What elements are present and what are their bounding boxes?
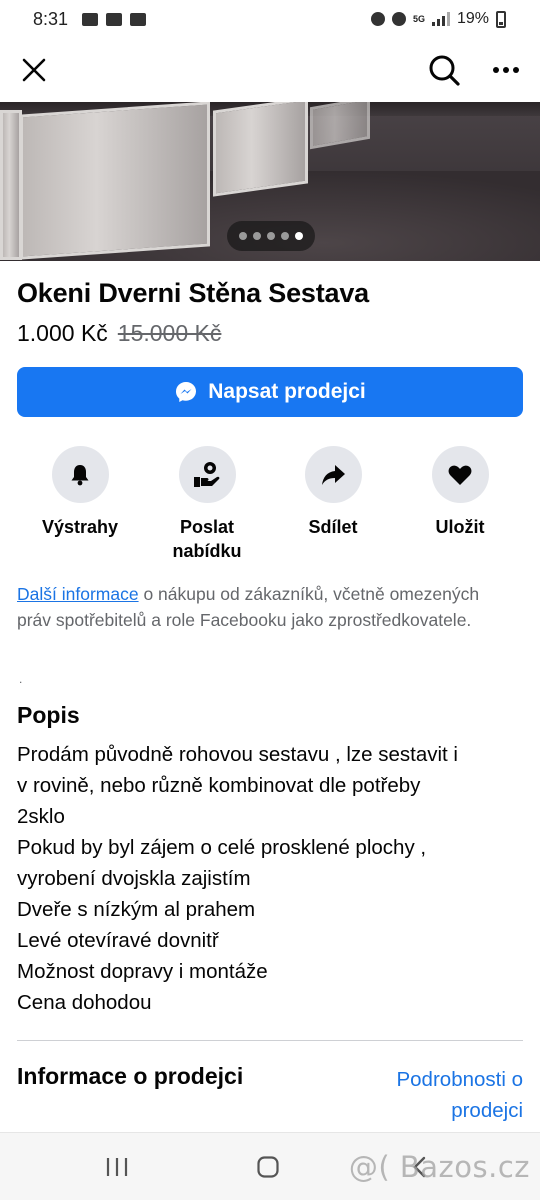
email-notification-icon [82,12,99,26]
photo-window-panel [20,102,210,260]
carousel-dot [239,232,247,240]
save-label: Uložit [435,517,485,537]
close-icon [22,58,46,82]
description-line: 2sklo [17,805,65,828]
save-action[interactable]: Uložit [400,446,520,539]
messenger-icon [176,382,197,402]
carousel-dot [253,232,261,240]
alerts-label: Výstrahy [41,517,119,537]
gallery-notification-icon [106,12,123,26]
carousel-dot [281,232,289,240]
message-seller-button[interactable]: Napsat prodejci [17,367,523,417]
price-row: 1.000 Kč 15.000 Kč [17,320,221,347]
recent-apps-icon [106,1158,128,1176]
home-button[interactable] [248,1151,288,1183]
description-body: Prodám původně rohovou sestavu , lze ses… [17,739,532,1018]
more-horizontal-icon [493,67,519,73]
description-heading: Popis [17,702,80,728]
photo-window-panel [0,110,22,260]
carousel-indicator [227,221,315,251]
battery-icon [496,10,506,28]
carousel-dot-active [295,232,303,240]
app-header [0,38,540,102]
search-button[interactable] [422,48,466,92]
search-icon [429,55,460,86]
share-icon [322,464,345,485]
system-navigation-bar: @( Bazos.cz [0,1132,540,1200]
description-line: Cena dohodou [17,991,152,1014]
network-type: 5G [412,13,425,24]
share-action[interactable]: Sdílet [273,446,393,539]
photo-window-panel [310,102,370,150]
seller-info-heading: Informace o prodejci [17,1063,244,1089]
check-notification-icon [130,12,147,26]
send-offer-action[interactable]: Poslat nabídku [147,446,267,563]
app-notification-icon [370,12,385,26]
home-icon [257,1156,279,1178]
watermark: @( Bazos.cz [348,1150,530,1184]
more-options-button[interactable] [484,48,528,92]
listing-title: Okeni Dverni Stěna Sestava [17,278,369,308]
photo-window-panel [213,102,308,197]
description-line: Pokud by byl zájem o celé prosklené ploc… [17,836,427,859]
description-line: Dveře s nízkým al prahem [17,898,256,921]
description-line: v rovině, nebo různě kombinovat dle potř… [17,774,421,797]
description-line: vyrobení dvojskla zajistím [17,867,251,890]
bell-icon [71,464,89,485]
description-line: Prodám původně rohovou sestavu , lze ses… [17,743,458,766]
description-line: Možnost dopravy i montáže [17,960,268,983]
separator-mark: . [19,672,23,686]
close-button[interactable] [12,48,56,92]
status-time: 8:31 [33,8,69,29]
heart-icon [448,465,472,485]
send-offer-label: Poslat nabídku [172,517,242,561]
message-seller-label: Napsat prodejci [208,380,366,403]
share-label: Sdílet [308,517,358,537]
offer-icon [194,461,220,487]
alarm-icon [391,12,406,26]
alerts-action[interactable]: Výstrahy [20,446,140,539]
carousel-dot [267,232,275,240]
section-divider [17,1040,523,1041]
more-info-link[interactable]: Další informace [17,584,139,604]
purchase-info-notice: Další informace o nákupu od zákazníků, v… [17,581,507,633]
original-price: 15.000 Kč [117,320,222,346]
description-line: Levé otevíravé dovnitř [17,929,219,952]
battery-percent: 19% [456,10,489,27]
seller-details-link[interactable]: Podrobnosti o prodejci [343,1064,523,1126]
status-bar: 8:31 5G 19% [0,0,540,38]
signal-icon [431,12,450,26]
recent-apps-button[interactable] [97,1151,137,1183]
current-price: 1.000 Kč [17,320,108,346]
